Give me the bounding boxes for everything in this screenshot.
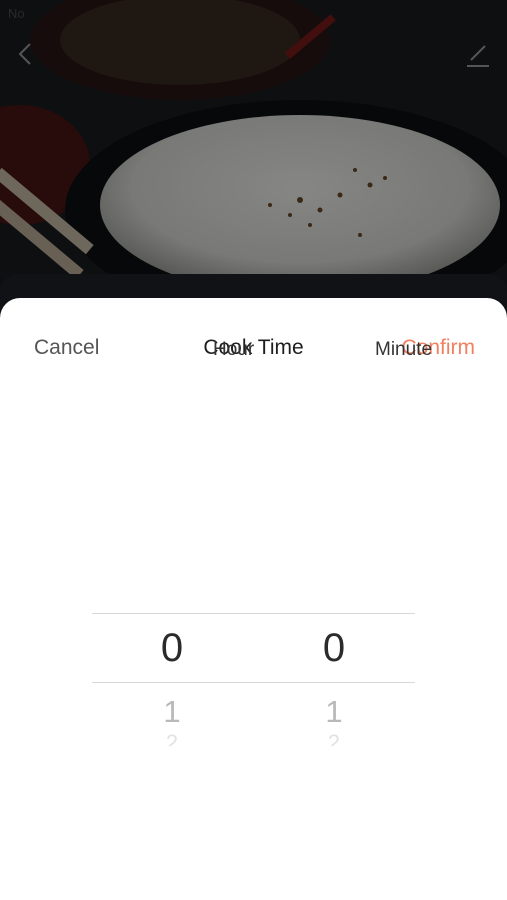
back-button[interactable]: [18, 42, 42, 70]
chevron-left-icon: [18, 43, 31, 65]
rice-bowl-image: [0, 0, 507, 310]
selection-top-line: [92, 613, 415, 614]
hour-option[interactable]: 1: [142, 694, 202, 730]
cook-time-sheet: Cancel Cook Time Confirm 0 1 2 0 1 2: [0, 298, 507, 900]
selection-bottom-line: [92, 682, 415, 683]
minute-wheel[interactable]: 0 1 2: [304, 598, 364, 758]
minute-selected-value[interactable]: 0: [304, 626, 364, 671]
pencil-icon: [467, 45, 489, 67]
hour-wheel[interactable]: 0 1 2: [142, 598, 202, 758]
hour-unit-label: Hour: [213, 339, 255, 360]
background-photo: No: [0, 0, 507, 310]
edit-button[interactable]: [465, 42, 493, 70]
minute-option[interactable]: 1: [304, 694, 364, 730]
hour-option[interactable]: 2: [142, 732, 202, 746]
hour-selected-value[interactable]: 0: [142, 626, 202, 671]
minute-option[interactable]: 2: [304, 732, 364, 746]
time-picker[interactable]: 0 1 2 0 1 2: [0, 598, 507, 758]
minute-unit-label: Minute: [375, 339, 433, 360]
status-bar-text: No: [8, 6, 25, 21]
